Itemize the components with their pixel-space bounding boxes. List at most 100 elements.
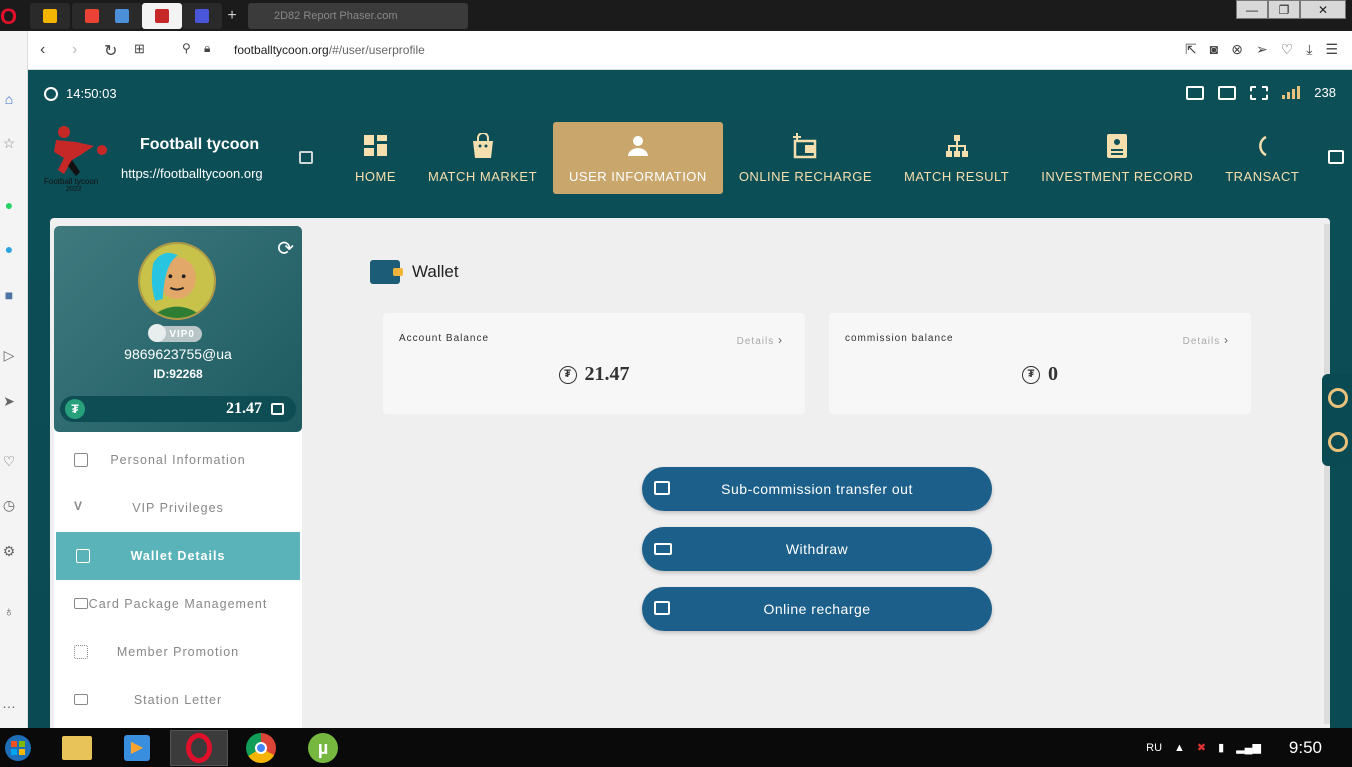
message-icon[interactable] (271, 403, 284, 415)
explorer-app[interactable] (48, 730, 106, 766)
vk-icon[interactable]: ■ (0, 287, 18, 305)
online-recharge-button[interactable]: Online recharge (642, 587, 992, 631)
record-icon (1107, 134, 1128, 158)
heart-icon[interactable]: ♡ (1281, 41, 1294, 58)
network-error-icon[interactable]: ✖ (1197, 741, 1206, 754)
chrome-app[interactable] (232, 730, 290, 766)
new-tab-button[interactable]: + (222, 3, 242, 29)
whatsapp-icon[interactable]: ● (0, 197, 18, 215)
brand-url: https://footballtycoon.org (121, 166, 263, 181)
nav-transact[interactable]: TRANSACT (1209, 122, 1329, 194)
clock-icon (44, 86, 58, 101)
main-nav: HOME MATCH MARKET USER INFORMATION ONLIN… (339, 122, 1329, 194)
menu-label: Station Letter (133, 693, 223, 707)
tab-footballtycoon[interactable] (142, 3, 182, 29)
player-icon[interactable]: ▷ (0, 347, 18, 365)
forward-icon[interactable]: › (72, 41, 77, 59)
brand-title: Football tycoon (140, 136, 260, 153)
nav-match-market[interactable]: MATCH MARKET (412, 122, 553, 194)
menu-label: VIP Privileges (132, 501, 224, 515)
envelope-icon (74, 694, 88, 705)
hierarchy-icon (945, 135, 968, 157)
tab-mail[interactable] (30, 3, 70, 29)
nav-investment-record[interactable]: INVESTMENT RECORD (1025, 122, 1209, 194)
start-button[interactable] (0, 730, 36, 766)
bag-icon (472, 133, 493, 158)
utorrent-app[interactable]: µ (294, 730, 352, 766)
send-icon[interactable]: ➤ (0, 393, 18, 411)
maximize-button[interactable]: ❐ (1268, 0, 1300, 19)
system-clock[interactable]: 9:50 (1289, 738, 1322, 758)
nav-scroll-right-icon[interactable] (1328, 150, 1344, 164)
signal-value: 238 (1314, 85, 1336, 100)
avatar[interactable] (138, 242, 216, 320)
headset-icon[interactable] (1328, 388, 1348, 408)
history-icon[interactable]: ◷ (0, 497, 18, 515)
fullscreen-icon[interactable] (1218, 85, 1237, 100)
more-icon[interactable]: … (0, 695, 18, 713)
sub-commission-transfer-button[interactable]: Sub-commission transfer out (642, 467, 992, 511)
opera-app[interactable] (170, 730, 228, 766)
nav-home[interactable]: HOME (339, 122, 412, 194)
refresh-icon[interactable]: ⟳ (277, 236, 294, 261)
star-icon[interactable]: ☆ (0, 135, 18, 153)
url-host: footballtycoon.org (234, 43, 329, 57)
close-button[interactable]: ✕ (1300, 0, 1346, 19)
tab-other[interactable] (182, 3, 222, 29)
account-details-link[interactable]: Details › (737, 333, 783, 347)
tab-generic[interactable] (102, 3, 142, 29)
url-field[interactable]: footballtycoon.org/#/user/userprofile (234, 43, 425, 57)
menu-wallet-details[interactable]: Wallet Details (56, 532, 300, 580)
clock: 14:50:03 (44, 86, 117, 101)
nav-match-result[interactable]: MATCH RESULT (888, 122, 1025, 194)
withdraw-button[interactable]: Withdraw (642, 527, 992, 571)
send-icon[interactable]: ➢ (1256, 41, 1268, 58)
share-icon[interactable]: ⇱ (1185, 41, 1197, 58)
back-icon[interactable]: ‹ (40, 41, 45, 59)
media-player-app[interactable]: ▶ (108, 730, 166, 766)
nav-online-recharge[interactable]: ONLINE RECHARGE (723, 122, 888, 194)
telegram-icon[interactable]: ● (0, 241, 18, 259)
commission-details-link[interactable]: Details › (1183, 333, 1229, 347)
tab-blurred[interactable]: 2D82 Report Phaser.com (248, 3, 468, 29)
home-icon[interactable]: ⌂ (0, 91, 18, 109)
heart-icon[interactable]: ♡ (0, 453, 18, 471)
block-icon[interactable]: ⊗ (1231, 41, 1243, 58)
balance-row[interactable]: ₮ 21.47 (60, 396, 296, 422)
battery-icon[interactable]: ▮ (1218, 741, 1224, 754)
menu-member-promotion[interactable]: Member Promotion (54, 628, 302, 676)
opera-logo-icon[interactable]: O (0, 4, 20, 29)
nav-user-information[interactable]: USER INFORMATION (553, 122, 723, 194)
cash-icon (654, 543, 672, 555)
camera-icon[interactable]: ◙ (1210, 41, 1218, 58)
mail-icon[interactable] (1186, 85, 1205, 100)
tray-expand-icon[interactable]: ▲ (1174, 742, 1185, 754)
reload-icon[interactable]: ↻ (104, 41, 117, 61)
main-panel: ⟳ VIP0 9869623755@ua ID:92268 ₮ 21.47 Pe… (50, 218, 1330, 728)
window-controls: — ❐ ✕ (1236, 0, 1346, 19)
football-tycoon-logo[interactable]: Football tycoon 2022 (42, 124, 112, 192)
settings-icon[interactable]: ⚙ (0, 543, 18, 561)
tabs-grid-icon[interactable]: ⊞ (134, 41, 145, 57)
key-icon[interactable]: ⚲ (182, 41, 191, 55)
user-sidebar: ⟳ VIP0 9869623755@ua ID:92268 ₮ 21.47 Pe… (54, 226, 302, 728)
details-label: Details (736, 336, 775, 347)
signal-bars-icon[interactable]: ▂▄▆ (1236, 741, 1261, 754)
language-indicator[interactable]: RU (1146, 742, 1162, 754)
lightbulb-icon[interactable]: ♁ (0, 603, 18, 621)
menu-card-package-management[interactable]: Card Package Management (54, 580, 302, 628)
qr-code-icon[interactable] (1250, 85, 1269, 100)
scrollbar[interactable] (1324, 224, 1330, 724)
menu-label: Card Package Management (88, 597, 268, 611)
commission-balance-card: commission balance Details › ₮ 0 (829, 313, 1251, 414)
menu-personal-information[interactable]: Personal Information (54, 436, 302, 484)
menu-vip-privileges[interactable]: V VIP Privileges (54, 484, 302, 532)
commission-balance-value: 0 (1048, 363, 1058, 385)
download-icon[interactable]: ⤓ (1306, 41, 1312, 58)
minimize-button[interactable]: — (1236, 0, 1268, 19)
menu-station-letter[interactable]: Station Letter (54, 676, 302, 724)
menu-icon[interactable]: ☰ (1325, 41, 1338, 58)
collapse-sidebar-icon[interactable] (299, 151, 313, 164)
details-label: Details (1182, 336, 1221, 347)
refresh-circle-icon[interactable] (1328, 432, 1348, 452)
